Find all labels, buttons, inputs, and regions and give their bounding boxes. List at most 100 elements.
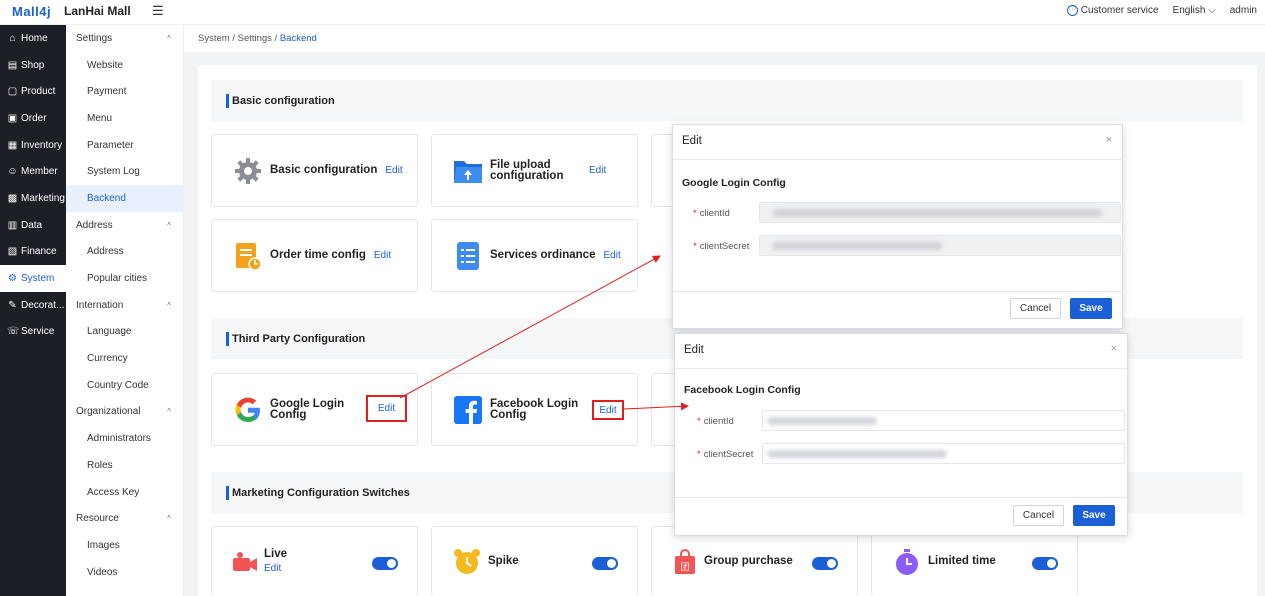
- menu-item-roles[interactable]: Roles: [66, 452, 183, 479]
- menu-item-currency[interactable]: Currency: [66, 345, 183, 372]
- menu-toggle-icon[interactable]: ☰: [152, 3, 164, 19]
- card-title: Basic configuration: [270, 164, 378, 176]
- card-title: File upload configuration: [490, 158, 564, 182]
- user-menu[interactable]: admin: [1230, 5, 1257, 16]
- nav-product[interactable]: ▢ Product: [0, 78, 66, 105]
- member-icon: ☺: [7, 166, 18, 178]
- menu-group-address[interactable]: Address ^: [66, 212, 183, 239]
- cancel-button[interactable]: Cancel: [1010, 298, 1061, 319]
- spike-toggle[interactable]: [592, 557, 618, 570]
- edit-link[interactable]: Edit: [374, 250, 391, 261]
- edit-link[interactable]: Edit: [589, 165, 606, 176]
- nav-system[interactable]: ⚙ System: [0, 265, 66, 292]
- menu-item-system-log[interactable]: System Log: [66, 158, 183, 185]
- facebook-edit-button[interactable]: Edit: [592, 400, 624, 420]
- breadcrumb-settings[interactable]: Settings: [238, 33, 272, 44]
- google-edit-button[interactable]: Edit: [366, 395, 407, 422]
- dialog-divider: [673, 159, 1122, 160]
- nav-decoration[interactable]: ✎ Decorat...: [0, 292, 66, 319]
- label-text: clientSecret: [699, 241, 750, 252]
- menu-item-images[interactable]: Images: [66, 532, 183, 559]
- save-button[interactable]: Save: [1070, 298, 1112, 319]
- menu-item-backend[interactable]: Backend: [66, 185, 183, 212]
- top-bar: Mall4j LanHai Mall ☰ ··· Customer servic…: [0, 0, 1265, 25]
- breadcrumb-separator: /: [232, 33, 235, 44]
- nav-marketing[interactable]: ▩ Marketing: [0, 185, 66, 212]
- chevron-down-icon: ⌵: [1205, 5, 1216, 16]
- limited-time-toggle[interactable]: [1032, 557, 1058, 570]
- nav-finance[interactable]: ▧ Finance: [0, 239, 66, 266]
- nav-service[interactable]: ☏ Service: [0, 319, 66, 346]
- client-secret-input[interactable]: [759, 235, 1121, 256]
- section-title: Basic configuration: [232, 94, 335, 107]
- card-title: Google Login Config: [270, 397, 345, 421]
- menu-item-menu[interactable]: Menu: [66, 105, 183, 132]
- card-title: Limited time: [928, 555, 996, 567]
- live-text-group: Live Edit: [264, 548, 287, 574]
- menu-item-payment[interactable]: Payment: [66, 78, 183, 105]
- client-id-label: * clientId: [693, 208, 763, 219]
- language-select[interactable]: English ⌵: [1173, 5, 1216, 16]
- menu-item-country-code[interactable]: Country Code: [66, 372, 183, 399]
- nav-shop[interactable]: ▤ Shop: [0, 52, 66, 79]
- primary-sidebar: ⌂ Home ▤ Shop ▢ Product ▣ Order ▦ Inventory ☺…: [0, 25, 66, 596]
- menu-item-address[interactable]: Address: [66, 239, 183, 266]
- edit-link[interactable]: Edit: [603, 250, 620, 261]
- menu-group-settings[interactable]: Settings ^: [66, 25, 183, 52]
- nav-label: Data: [21, 219, 43, 231]
- menu-item-access-key[interactable]: Access Key: [66, 479, 183, 506]
- marketing-icon: ▩: [7, 192, 18, 204]
- menu-item-language[interactable]: Language: [66, 319, 183, 346]
- redacted-value: [772, 242, 942, 250]
- edit-link[interactable]: Edit: [264, 563, 287, 574]
- nav-member[interactable]: ☺ Member: [0, 158, 66, 185]
- group-label: Resource: [76, 513, 119, 525]
- nav-label: Decorat...: [21, 299, 65, 311]
- google-icon: [232, 394, 264, 426]
- menu-item-popular-cities[interactable]: Popular cities: [66, 265, 183, 292]
- close-icon[interactable]: ×: [1111, 343, 1117, 355]
- svg-text:团: 团: [680, 562, 689, 573]
- chat-icon: ···: [1066, 5, 1078, 16]
- nav-inventory[interactable]: ▦ Inventory: [0, 132, 66, 159]
- dialog-subtitle: Google Login Config: [682, 177, 786, 189]
- menu-item-parameter[interactable]: Parameter: [66, 132, 183, 159]
- client-secret-label: * clientSecret: [697, 449, 767, 460]
- group-label: Address: [76, 219, 113, 231]
- edit-link[interactable]: Edit: [385, 165, 402, 176]
- redacted-value: [767, 450, 947, 458]
- section-title: Third Party Configuration: [232, 332, 366, 345]
- group-purchase-toggle[interactable]: [812, 557, 838, 570]
- order-icon: ▣: [7, 112, 18, 124]
- menu-group-organizational[interactable]: Organizational ^: [66, 399, 183, 426]
- menu-item-website[interactable]: Website: [66, 52, 183, 79]
- breadcrumb-system[interactable]: System: [198, 33, 230, 44]
- client-id-input[interactable]: [759, 202, 1121, 223]
- group-label: Settings: [76, 32, 113, 44]
- chevron-up-icon: ^: [167, 407, 171, 417]
- menu-item-administrators[interactable]: Administrators: [66, 425, 183, 452]
- dialog-divider: [675, 497, 1127, 498]
- cancel-button[interactable]: Cancel: [1013, 505, 1064, 526]
- label-text: clientId: [703, 416, 734, 427]
- nav-label: Product: [21, 86, 56, 98]
- close-icon[interactable]: ×: [1106, 134, 1112, 146]
- service-icon: ☏: [7, 326, 20, 338]
- required-mark: *: [693, 241, 697, 252]
- nav-order[interactable]: ▣ Order: [0, 105, 66, 132]
- customer-service-link[interactable]: ··· Customer service: [1066, 5, 1159, 16]
- dialog-title: Edit: [682, 135, 702, 147]
- client-secret-input[interactable]: [762, 443, 1125, 464]
- menu-item-videos[interactable]: Videos: [66, 559, 183, 586]
- client-id-input[interactable]: [762, 410, 1125, 431]
- live-toggle[interactable]: [372, 557, 398, 570]
- nav-home[interactable]: ⌂ Home: [0, 25, 66, 52]
- nav-data[interactable]: ▥ Data: [0, 212, 66, 239]
- mall-name: LanHai Mall: [64, 4, 131, 18]
- dialog-divider: [675, 368, 1127, 369]
- menu-group-internation[interactable]: Internation ^: [66, 292, 183, 319]
- save-button[interactable]: Save: [1073, 505, 1115, 526]
- decoration-icon: ✎: [8, 299, 17, 311]
- menu-group-resource[interactable]: Resource ^: [66, 505, 183, 532]
- logo[interactable]: Mall4j: [12, 4, 51, 19]
